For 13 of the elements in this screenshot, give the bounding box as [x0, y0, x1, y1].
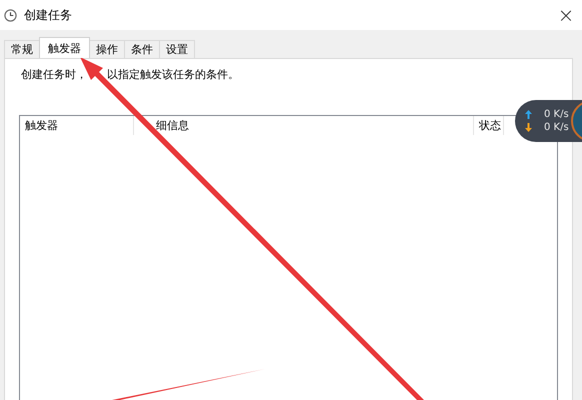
column-header[interactable]: 触发器 [20, 116, 134, 135]
upload-arrow-icon [525, 110, 532, 119]
description-text: 创建任务时， [21, 66, 87, 82]
column-header[interactable]: 状态 [474, 116, 504, 135]
window-title: 创建任务 [24, 6, 72, 24]
description-text: 以指定触发该任务的条件。 [107, 66, 239, 82]
download-speed: 0 K/s [544, 122, 569, 133]
clock-icon [4, 8, 17, 22]
tab[interactable]: 设置 [159, 40, 195, 58]
download-arrow-icon [525, 123, 532, 132]
upload-speed: 0 K/s [544, 109, 569, 120]
tab[interactable]: 常规 [4, 40, 40, 58]
tab[interactable]: 触发器 [39, 37, 90, 58]
